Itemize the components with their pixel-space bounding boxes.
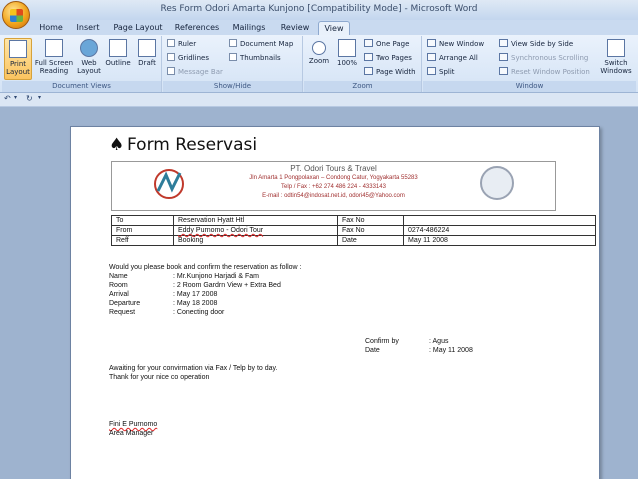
reset-window-position-button[interactable]: Reset Window Position	[499, 67, 590, 78]
two-pages-icon	[364, 53, 373, 61]
book-icon	[45, 39, 63, 57]
print-layout-button[interactable]: Print Layout	[4, 38, 32, 80]
window-title: Res Form Odori Amarta Kunjono [Compatibi…	[160, 4, 478, 14]
undo-dropdown-icon[interactable]: ▾	[14, 94, 17, 101]
outline-button[interactable]: Outline	[104, 38, 132, 80]
ribbon-tabs: Home Insert Page Layout References Maili…	[0, 20, 638, 35]
tab-view[interactable]: View	[318, 21, 350, 35]
zoom-100-button[interactable]: 100%	[334, 38, 360, 80]
table-row: From Eddy Purnomo - Odori Tour Fax No 02…	[111, 225, 596, 236]
tab-page-layout[interactable]: Page Layout	[112, 21, 164, 35]
field-row: Room: 2 Room Gardrn View + Extra Bed	[109, 282, 281, 289]
table-row: Reff Booking Date May 11 2008	[111, 235, 596, 246]
spade-bullet-icon: ♠	[109, 135, 125, 155]
ribbon: Print Layout Full Screen Reading Web Lay…	[0, 35, 638, 93]
zoom-button[interactable]: Zoom	[306, 38, 332, 80]
letterhead: PT. Odori Tours & Travel Jln Amarta 1 Po…	[111, 161, 556, 211]
print-layout-icon	[9, 40, 27, 58]
signer-title: Area Manager	[109, 430, 154, 437]
customize-toolbar-icon[interactable]: ▾	[38, 94, 41, 101]
document-workspace: ♠ Form Reservasi PT. Odori Tours & Travel…	[0, 107, 638, 479]
group-window: New Window Arrange All Split View Side b…	[423, 36, 636, 92]
group-label-document-views: Document Views	[2, 81, 161, 92]
draft-button[interactable]: Draft	[134, 38, 160, 80]
field-row: Departure: May 18 2008	[109, 300, 218, 307]
redo-icon[interactable]: ↻	[26, 94, 33, 103]
page-100-icon	[338, 39, 356, 57]
table-row: To Reservation Hyatt Htl Fax No	[111, 215, 596, 226]
group-zoom: Zoom 100% One Page Two Pages Page Width …	[304, 36, 422, 92]
ruler-checkbox[interactable]: Ruler	[167, 39, 196, 50]
one-page-icon	[364, 39, 373, 47]
split-button[interactable]: Split	[427, 67, 455, 78]
globe-icon	[80, 39, 98, 57]
quick-access-toolbar: ↶ ▾ ↻ ▾	[0, 93, 638, 107]
undo-icon[interactable]: ↶	[4, 94, 11, 103]
thumbnails-checkbox[interactable]: Thumbnails	[229, 53, 281, 64]
document-page[interactable]: ♠ Form Reservasi PT. Odori Tours & Travel…	[70, 126, 600, 479]
group-label-window: Window	[423, 81, 636, 92]
sync-scroll-icon	[499, 53, 508, 61]
title-bar: Res Form Odori Amarta Kunjono [Compatibi…	[0, 0, 638, 20]
magnifier-icon	[312, 41, 326, 55]
document-map-checkbox[interactable]: Document Map	[229, 39, 293, 50]
two-pages-button[interactable]: Two Pages	[364, 53, 412, 64]
reset-position-icon	[499, 67, 508, 75]
tab-insert[interactable]: Insert	[72, 21, 104, 35]
group-document-views: Print Layout Full Screen Reading Web Lay…	[2, 36, 162, 92]
checkbox-icon	[167, 53, 175, 61]
one-page-button[interactable]: One Page	[364, 39, 409, 50]
arrange-all-icon	[427, 53, 436, 61]
full-screen-reading-button[interactable]: Full Screen Reading	[34, 38, 74, 80]
seal-icon	[480, 166, 514, 200]
checkbox-icon	[229, 53, 237, 61]
closing-text: Thank for your nice co operation	[109, 374, 210, 381]
tab-home[interactable]: Home	[36, 21, 66, 35]
tab-mailings[interactable]: Mailings	[228, 21, 270, 35]
web-layout-button[interactable]: Web Layout	[76, 38, 102, 80]
signer-name: Fini E Purnomo	[109, 421, 158, 428]
outline-icon	[109, 39, 127, 57]
confirm-row: Confirm by: Agus	[365, 338, 449, 345]
office-button[interactable]	[2, 1, 30, 29]
synchronous-scrolling-button[interactable]: Synchronous Scrolling	[499, 53, 588, 64]
checkbox-icon	[167, 67, 175, 75]
gridlines-checkbox[interactable]: Gridlines	[167, 53, 209, 64]
switch-windows-button[interactable]: Switch Windows	[599, 38, 633, 80]
field-row: Name: Mr.Kunjono Harjadi & Fam	[109, 273, 259, 280]
new-window-button[interactable]: New Window	[427, 39, 484, 50]
reservation-table: To Reservation Hyatt Htl Fax No From Edd…	[111, 215, 596, 246]
tab-review[interactable]: Review	[278, 21, 312, 35]
view-side-by-side-button[interactable]: View Side by Side	[499, 39, 573, 50]
group-show-hide: Ruler Gridlines Message Bar Document Map…	[163, 36, 303, 92]
intro-text: Would you please book and confirm the re…	[109, 264, 302, 271]
closing-text: Awaiting for your convirmation via Fax /…	[109, 365, 278, 372]
field-row: Arrival: May 17 2008	[109, 291, 218, 298]
checkbox-icon	[229, 39, 237, 47]
switch-windows-icon	[607, 39, 625, 57]
office-logo-icon	[10, 9, 23, 22]
arrange-all-button[interactable]: Arrange All	[427, 53, 478, 64]
field-row: Request: Conecting door	[109, 309, 225, 316]
checkbox-icon	[167, 39, 175, 47]
split-icon	[427, 67, 436, 75]
document-heading: ♠ Form Reservasi	[109, 135, 258, 155]
page-width-icon	[364, 67, 373, 75]
side-by-side-icon	[499, 39, 508, 47]
group-label-show-hide: Show/Hide	[163, 81, 302, 92]
confirm-row: Date: May 11 2008	[365, 347, 473, 354]
tab-references[interactable]: References	[172, 21, 222, 35]
new-window-icon	[427, 39, 436, 47]
group-label-zoom: Zoom	[304, 81, 421, 92]
message-bar-checkbox[interactable]: Message Bar	[167, 67, 223, 78]
draft-icon	[138, 39, 156, 57]
page-width-button[interactable]: Page Width	[364, 67, 416, 78]
